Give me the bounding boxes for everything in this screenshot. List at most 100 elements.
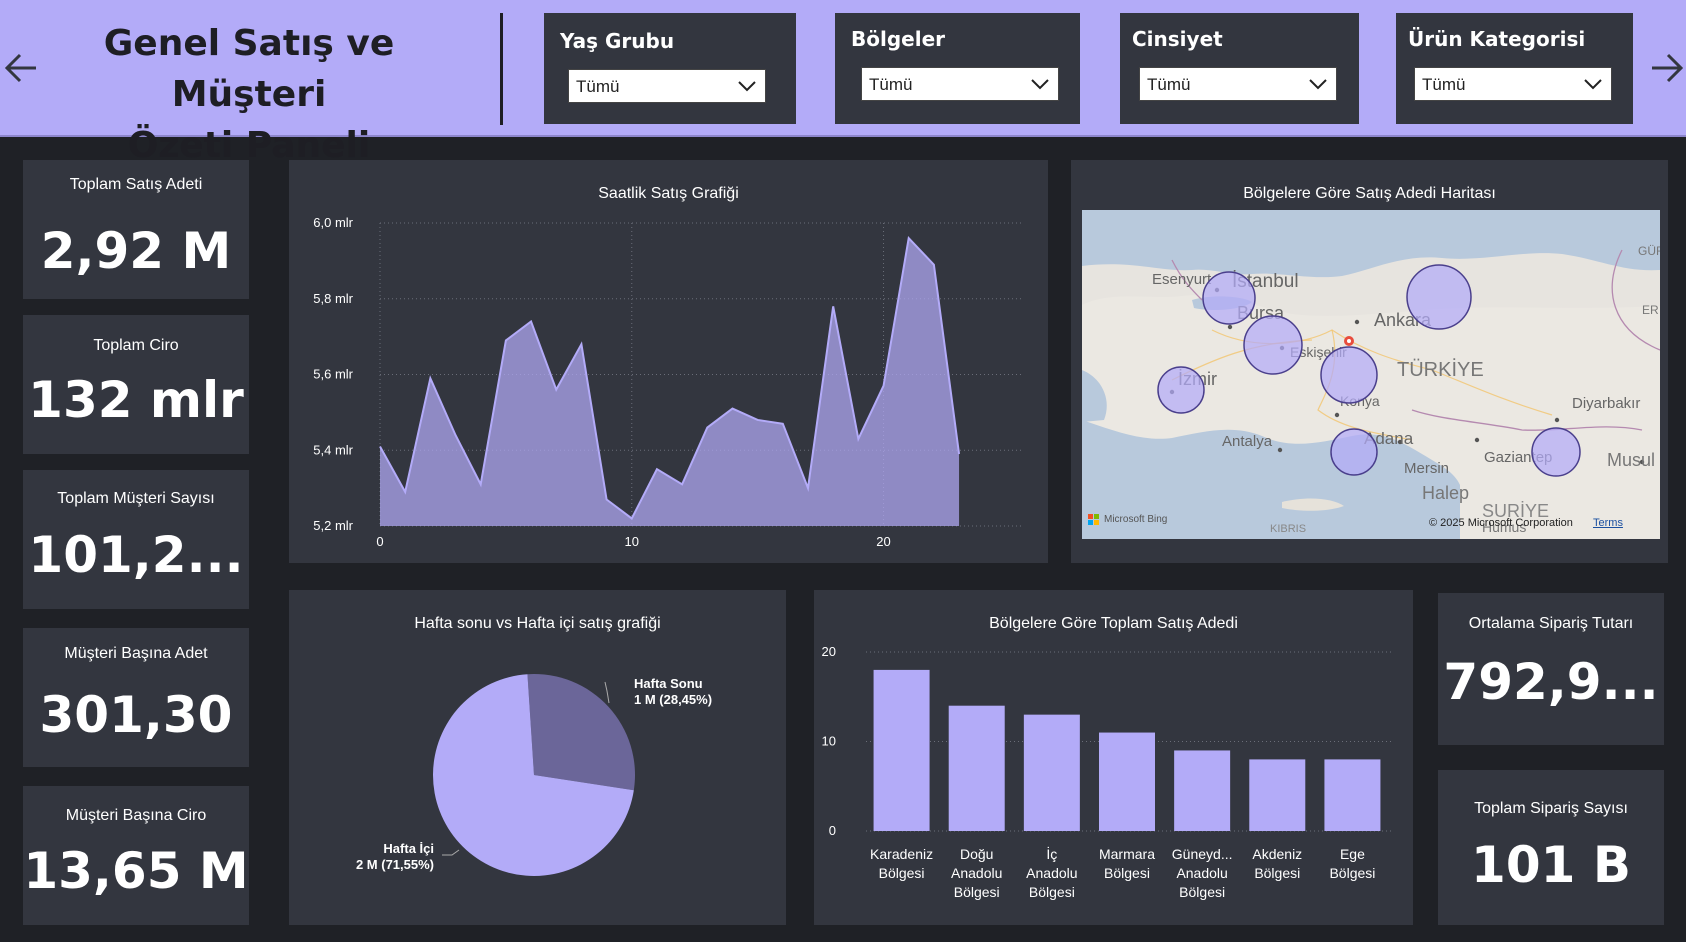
pie-label-name: Hafta Sonu (634, 676, 703, 691)
y-tick-label: 5,2 mlr (313, 518, 353, 533)
chart-title: Bölgelere Göre Satış Adedi Haritası (1243, 185, 1496, 202)
map-bubble-marmara (1202, 271, 1256, 325)
sales-map[interactable]: Esenyurt İstanbul Bursa Ankara TÜRKİYE E… (1082, 210, 1660, 539)
arrow-right-icon[interactable] (1646, 44, 1686, 92)
bar (873, 669, 930, 831)
kpi-label: Toplam Satış Adeti (69, 176, 203, 193)
slicer-title: Yaş Grubu (560, 29, 675, 53)
x-tick-label: Bölgesi (1254, 865, 1300, 881)
kpi-value: 101,2... (28, 526, 244, 584)
pie-label-value: 1 M (28,45%) (634, 692, 712, 707)
kpi-value: 13,65 M (23, 842, 249, 900)
y-tick-label: 6,0 mlr (313, 215, 353, 230)
kpi-card-total-orders: Toplam Sipariş Sayısı 101 B (1438, 770, 1664, 925)
slicer-age-group: Yaş Grubu Tümü (544, 13, 796, 124)
kpi-value: 132 mlr (28, 371, 244, 429)
x-tick-label: Akdeniz (1252, 846, 1302, 862)
area-fill (380, 238, 960, 526)
x-tick-label: Ege (1340, 846, 1365, 862)
dropdown-value: Tümü (576, 77, 620, 96)
page-title: Genel Satış ve Müşteri Özeti Paneli (48, 18, 450, 171)
kpi-card-revenue-per-customer: Müşteri Başına Ciro 13,65 M (23, 786, 249, 925)
x-tick-label: 20 (876, 534, 890, 549)
kpi-label: Müşteri Başına Adet (64, 645, 208, 662)
bar-chart-svg: 0 10 20 Karadeniz Bölgesi Doğu Anadolu Bölgesi İ… (822, 644, 1392, 900)
hourly-sales-chart: Saatlik Satış Grafiği 5,2 mlr 5,4 mlr 5,6 … (289, 160, 1048, 563)
kpi-card-units-per-customer: Müşteri Başına Adet 301,30 (23, 628, 249, 767)
age-group-dropdown[interactable]: Tümü (568, 69, 766, 103)
map-bubbles (1157, 264, 1581, 477)
y-tick-label: 5,4 mlr (313, 442, 353, 457)
map-bubble-karadeniz (1406, 264, 1472, 330)
map-bubble-ege (1157, 366, 1205, 414)
arrow-left-icon[interactable] (2, 44, 42, 92)
chevron-down-icon (1584, 79, 1602, 90)
pie-slice (527, 674, 635, 791)
pie-leader-line (604, 681, 610, 704)
regions-dropdown[interactable]: Tümü (861, 67, 1059, 101)
bar (1023, 714, 1080, 831)
x-tick-label: Anadolu (1026, 865, 1077, 881)
chevron-down-icon (1309, 79, 1327, 90)
map-attribution: © 2025 Microsoft Corporation (1429, 517, 1573, 529)
kpi-value: 2,92 M (40, 222, 232, 280)
chevron-down-icon (1031, 79, 1049, 90)
y-tick-label: 10 (822, 734, 836, 749)
product-category-dropdown[interactable]: Tümü (1414, 67, 1612, 101)
weekend-weekday-pie-card: Hafta sonu vs Hafta içi satış grafiği Ha… (289, 590, 786, 925)
kpi-value: 792,9... (1443, 653, 1659, 711)
dropdown-value: Tümü (1147, 75, 1191, 94)
kpi-label: Toplam Müşteri Sayısı (57, 490, 215, 507)
bar (1249, 759, 1306, 831)
x-tick-label: Güneyd... (1172, 846, 1233, 862)
kpi-card-avg-order-amount: Ortalama Sipariş Tutarı 792,9... (1438, 593, 1664, 745)
kpi-card-total-customers: Toplam Müşteri Sayısı 101,2... (23, 470, 249, 609)
slicer-title: Cinsiyet (1132, 27, 1223, 51)
slicer-product-category: Ürün Kategorisi Tümü (1396, 13, 1633, 124)
x-tick-label: Bölgesi (879, 865, 925, 881)
x-tick-label: Karadeniz (870, 846, 933, 862)
x-tick-label: Anadolu (951, 865, 1002, 881)
dropdown-value: Tümü (1422, 75, 1466, 94)
kpi-label: Müşteri Başına Ciro (65, 807, 207, 824)
pie-label-value: 2 M (71,55%) (356, 857, 434, 872)
map-bubble-batı-anadolu (1243, 315, 1303, 375)
y-tick-label: 5,8 mlr (313, 291, 353, 306)
x-tick-label: Bölgesi (1104, 865, 1150, 881)
chevron-down-icon (738, 81, 756, 92)
kpi-value: 301,30 (39, 686, 233, 744)
regional-sales-bar-card: Bölgelere Göre Toplam Satış Adedi 0 10 20 K… (814, 590, 1413, 925)
x-tick-label: İç (1046, 845, 1057, 862)
y-tick-label: 20 (822, 644, 836, 659)
map-bubble-ic-anadolu (1320, 346, 1378, 404)
pie-label-name: Hafta İçi (383, 841, 434, 856)
x-tick-label: Anadolu (1176, 865, 1227, 881)
y-tick-label: 0 (829, 823, 836, 838)
page-title-line1: Genel Satış ve Müşteri (103, 23, 395, 115)
bar (1099, 732, 1155, 831)
kpi-label: Ortalama Sipariş Tutarı (1468, 615, 1634, 632)
pie-chart-svg: Hafta Sonu1 M (28,45%) Hafta İçi2 M (71,5… (356, 674, 712, 876)
map-bubble-akdeniz (1330, 428, 1378, 476)
x-tick-label: Bölgesi (954, 884, 1000, 900)
hourly-chart-svg: 5,2 mlr 5,4 mlr 5,6 mlr 5,8 mlr 6,0 mlr 0 10 20 (313, 215, 1022, 549)
map-terms-link[interactable]: Terms (1593, 517, 1623, 529)
bar (948, 705, 1005, 831)
pie-leader-line (442, 849, 460, 856)
sales-map-card: Bölgelere Göre Satış Adedi Haritası Esen… (1071, 160, 1668, 563)
x-tick-label: 10 (625, 534, 639, 549)
gender-dropdown[interactable]: Tümü (1139, 67, 1337, 101)
slicer-title: Ürün Kategorisi (1408, 27, 1586, 51)
header-bar: Genel Satış ve Müşteri Özeti Paneli Yaş … (0, 0, 1686, 166)
kpi-card-total-units: Toplam Satış Adeti 2,92 M (23, 160, 249, 299)
slicer-gender: Cinsiyet Tümü (1120, 13, 1359, 124)
map-brand: Microsoft Bing (1104, 514, 1168, 525)
dropdown-value: Tümü (869, 75, 913, 94)
x-tick-label: Doğu (960, 846, 993, 862)
slicer-title: Bölgeler (851, 27, 946, 51)
map-bubble-guneydogu (1531, 427, 1581, 477)
title-divider (500, 13, 503, 125)
bar (1174, 750, 1231, 831)
kpi-label: Toplam Sipariş Sayısı (1474, 800, 1628, 817)
kpi-label: Toplam Ciro (93, 337, 179, 354)
